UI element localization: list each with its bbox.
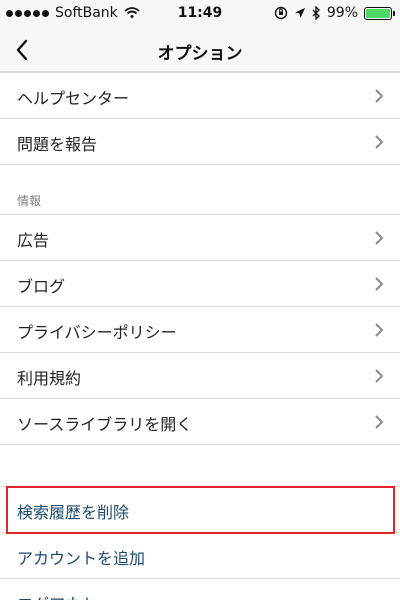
navigation-bar: オプション [0, 28, 400, 72]
battery-percentage: 99% [326, 5, 358, 21]
row-label: アカウントを追加 [17, 549, 146, 568]
row-label: 広告 [17, 231, 50, 250]
options-list: ヘルプセンター 問題を報告 情報 広告 ブログ プライバシーポリシー 利用規約 … [0, 72, 400, 600]
row-help-center[interactable]: ヘルプセンター [0, 73, 400, 119]
row-log-out[interactable]: ログアウト [0, 579, 400, 600]
chevron-right-icon [375, 369, 384, 383]
row-clear-search-history[interactable]: 検索履歴を削除 [0, 487, 400, 533]
row-label: ソースライブラリを開く [17, 415, 193, 434]
row-label: ヘルプセンター [17, 89, 130, 108]
page-title: オプション [157, 44, 243, 64]
chevron-right-icon [375, 415, 384, 429]
row-label: 利用規約 [17, 369, 82, 388]
status-bar: SoftBank 11:49 99% [0, 0, 400, 28]
location-icon [294, 8, 305, 18]
row-label: 検索履歴を削除 [17, 503, 130, 522]
row-privacy-policy[interactable]: プライバシーポリシー [0, 307, 400, 353]
orientation-lock-icon [274, 6, 288, 20]
chevron-right-icon [375, 231, 384, 245]
row-label: プライバシーポリシー [17, 323, 177, 342]
row-label: 問題を報告 [17, 135, 98, 154]
row-terms-of-service[interactable]: 利用規約 [0, 353, 400, 399]
chevron-right-icon [375, 89, 384, 103]
row-add-account[interactable]: アカウントを追加 [0, 533, 400, 579]
bluetooth-icon [312, 6, 320, 20]
chevron-right-icon [375, 135, 384, 149]
chevron-right-icon [375, 323, 384, 337]
row-ads[interactable]: 広告 [0, 215, 400, 261]
row-label: ブログ [17, 277, 66, 296]
battery-icon [364, 6, 395, 20]
row-report-problem[interactable]: 問題を報告 [0, 119, 400, 165]
row-open-source-libraries[interactable]: ソースライブラリを開く [0, 399, 400, 445]
row-label: ログアウト [17, 591, 97, 600]
section-header-info: 情報 [17, 194, 42, 208]
chevron-right-icon [375, 277, 384, 291]
status-indicators: 99% [274, 5, 395, 21]
row-blog[interactable]: ブログ [0, 261, 400, 307]
